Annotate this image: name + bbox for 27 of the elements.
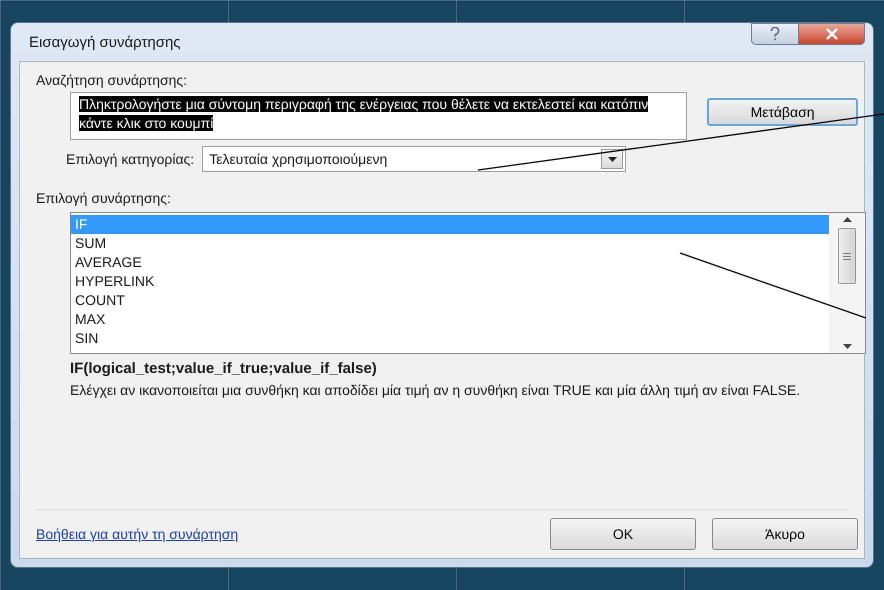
dropdown-arrow-icon — [608, 156, 617, 162]
help-icon — [770, 27, 780, 41]
category-dropdown[interactable]: Τελευταία χρησιμοποιούμενη — [202, 146, 626, 172]
scroll-down-icon — [842, 344, 852, 349]
window-title: Εισαγωγή συνάρτησης — [28, 34, 182, 50]
function-item[interactable]: SUM — [71, 234, 829, 253]
help-button[interactable] — [751, 23, 799, 45]
cancel-button[interactable]: Άκυρο — [712, 518, 858, 550]
function-signature: IF(logical_test;value_if_true;value_if_false) — [70, 360, 378, 377]
function-item[interactable]: HYPERLINK — [71, 272, 829, 291]
close-button[interactable] — [799, 23, 865, 45]
function-list-label: Επιλογή συνάρτησης: — [36, 190, 172, 206]
function-description: Ελέγχει αν ικανοποιείται μια συνθήκη και αποδίδει μία τιμή αν η συνθήκη είναι TRUE και μία άλλη τιμή αν είναι FALSE. — [70, 381, 802, 399]
search-field[interactable]: Πληκτρολογήστε μια σύντομη περιγραφή της ενέργειας που θέλετε να εκτελεστεί και κατόπιν κάντε κλικ στο κουμπί — [70, 92, 688, 140]
help-link[interactable]: Βοήθεια για αυτήν τη συνάρτηση — [36, 526, 534, 542]
go-button[interactable]: Μετάβαση — [707, 98, 858, 126]
scroll-up-icon — [842, 217, 852, 222]
search-label: Αναζήτηση συνάρτησης: — [36, 72, 188, 88]
scroll-thumb[interactable] — [838, 228, 856, 284]
function-item[interactable]: AVERAGE — [71, 253, 829, 272]
close-icon — [824, 28, 838, 40]
category-label: Επιλογή κατηγορίας: — [66, 151, 194, 167]
function-item[interactable]: COUNT — [71, 291, 829, 310]
ok-button[interactable]: OK — [550, 518, 696, 550]
function-item[interactable]: MAX — [71, 310, 829, 329]
function-item[interactable]: SIN — [71, 329, 829, 348]
scrollbar[interactable] — [829, 213, 865, 353]
